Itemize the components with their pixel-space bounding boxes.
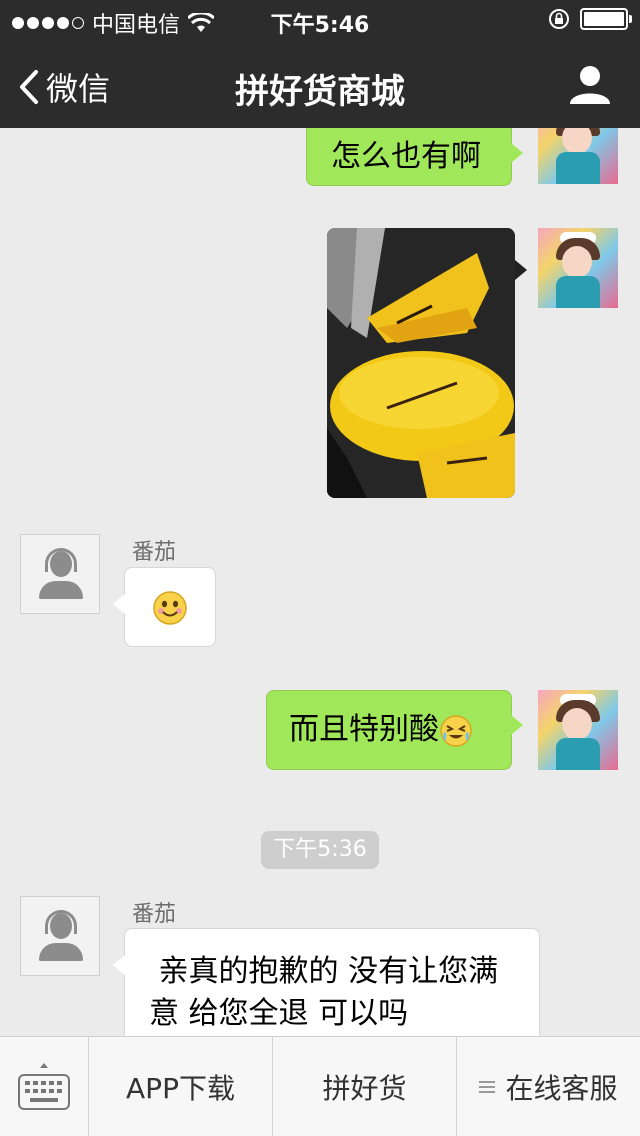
laugh-cry-emoji-icon — [440, 714, 472, 747]
agent-avatar[interactable] — [20, 896, 100, 976]
message-bubble-incoming[interactable]: 亲真的抱歉的 没有让您满 意 给您全退 可以吗 — [113, 928, 540, 1036]
menu-item-label: 拼好货 — [322, 1072, 407, 1105]
message-text: 而且特别酸 — [289, 712, 439, 747]
keyboard-toggle-button[interactable] — [0, 1037, 88, 1136]
fruit-photo-image — [327, 228, 515, 498]
page-title: 拼好货商城 — [235, 72, 405, 112]
message-text: 怎么也有啊 — [331, 139, 481, 174]
rotation-lock-icon — [549, 9, 569, 29]
message-text-line: 亲真的抱歉的 没有让您满 — [149, 954, 499, 989]
profile-icon[interactable] — [568, 64, 612, 104]
chat-area[interactable]: 怎么也有啊 番茄 而且特别酸 下午5:36 番茄 亲真的抱歉的 没有让您满 意 … — [0, 128, 640, 1036]
keyboard-icon — [18, 1063, 70, 1110]
smile-emoji-icon — [153, 591, 187, 625]
sender-name: 番茄 — [132, 902, 177, 927]
bottom-menu-bar: APP下载 拼好货 在线客服 — [0, 1036, 640, 1136]
photo-tail — [515, 260, 527, 280]
status-bar: 中国电信 下午5:46 — [0, 0, 640, 40]
chat-timestamp: 下午5:36 — [261, 831, 379, 869]
menu-item-app-download[interactable]: APP下载 — [88, 1037, 272, 1136]
sender-name: 番茄 — [132, 540, 177, 565]
menu-icon — [479, 1081, 496, 1093]
menu-item-customer-service[interactable]: 在线客服 — [456, 1037, 640, 1136]
message-photo[interactable] — [327, 228, 515, 498]
message-bubble-incoming[interactable] — [113, 567, 216, 647]
menu-item-pinhaohuo[interactable]: 拼好货 — [272, 1037, 456, 1136]
user-avatar[interactable] — [538, 228, 618, 308]
status-time: 下午5:46 — [270, 13, 370, 38]
message-bubble-outgoing[interactable]: 而且特别酸 — [266, 690, 523, 770]
agent-avatar[interactable] — [20, 534, 100, 614]
message-text-line: 意 给您全退 可以吗 — [149, 996, 409, 1031]
user-avatar[interactable] — [538, 128, 618, 184]
message-bubble-outgoing[interactable]: 怎么也有啊 — [306, 128, 523, 186]
battery-icon — [580, 8, 632, 30]
user-avatar[interactable] — [538, 690, 618, 770]
nav-bar: 微信 拼好货商城 — [0, 40, 640, 128]
menu-item-label: APP下载 — [126, 1072, 235, 1105]
status-right — [548, 8, 632, 30]
menu-item-label: 在线客服 — [505, 1072, 618, 1105]
